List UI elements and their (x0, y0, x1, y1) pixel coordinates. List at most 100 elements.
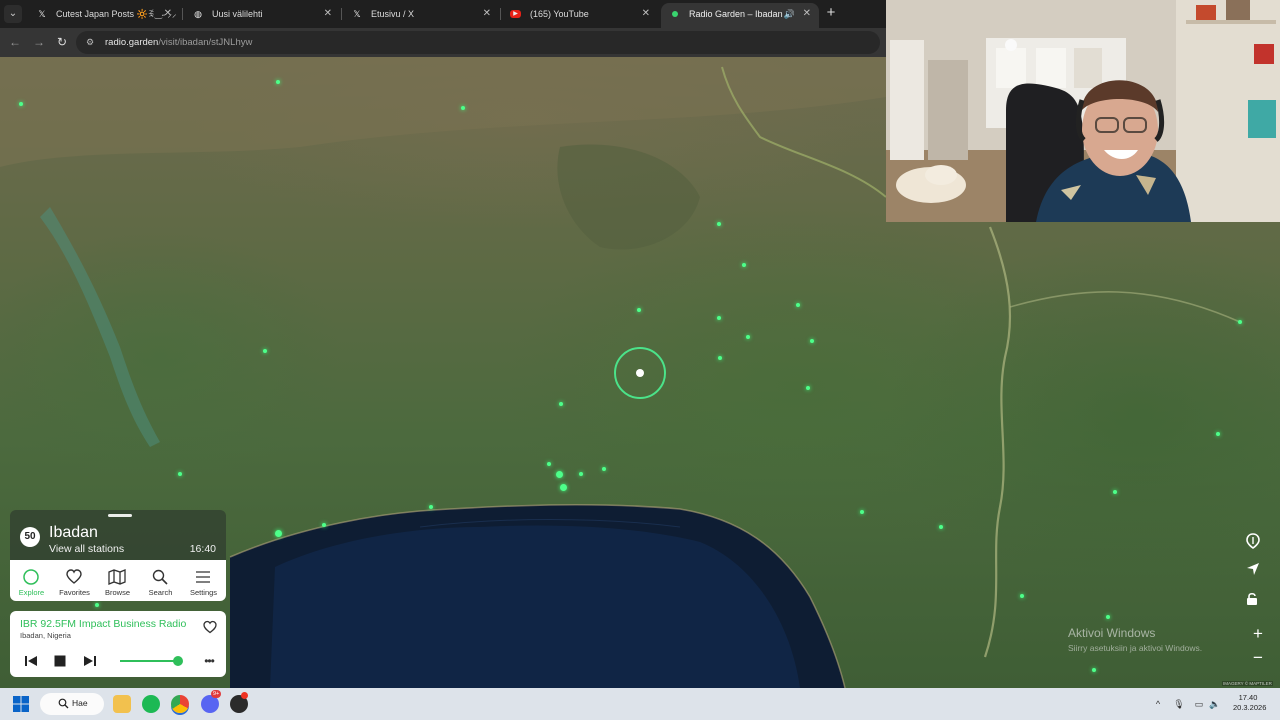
radio-nav-bar: Explore Favorites Browse Search Settings (10, 560, 226, 601)
close-icon[interactable]: ✕ (324, 3, 332, 25)
new-tab-button[interactable]: + (822, 4, 840, 22)
city-card[interactable]: 50 Ibadan View all stations 16:40 (10, 510, 226, 560)
station-dot[interactable] (275, 530, 282, 537)
favorite-heart-icon[interactable] (203, 620, 217, 634)
station-dot[interactable] (637, 308, 641, 312)
back-button[interactable]: ← (7, 34, 23, 50)
microphone-icon[interactable]: 🎙 (1173, 698, 1185, 710)
clock-time: 17.40 (1238, 693, 1258, 702)
locate-icon[interactable] (1246, 562, 1270, 584)
station-dot[interactable] (559, 402, 563, 406)
local-time: 16:40 (189, 543, 216, 555)
chrome-icon[interactable] (171, 695, 189, 713)
zoom-out-icon[interactable]: − (1246, 647, 1270, 669)
station-dot[interactable] (1020, 594, 1024, 598)
station-dot[interactable] (717, 316, 721, 320)
station-dot[interactable] (718, 356, 722, 360)
close-icon[interactable]: ✕ (483, 3, 491, 25)
station-dot[interactable] (556, 471, 563, 478)
volume-icon[interactable]: 🔈 (1209, 698, 1221, 710)
taskbar-search[interactable]: Hae (40, 693, 104, 715)
forward-button[interactable]: → (31, 34, 47, 50)
chevron-up-icon[interactable]: ^ (1152, 698, 1164, 710)
tab-x-home[interactable]: 𝕏 Etusivu / X ✕ (343, 3, 499, 28)
nav-explore[interactable]: Explore (10, 560, 53, 601)
tab-youtube[interactable]: ▶ (165) YouTube ✕ (502, 3, 658, 28)
tab-label: Etusivu / X (371, 9, 415, 19)
file-explorer-icon[interactable] (113, 695, 131, 713)
nav-search[interactable]: Search (139, 560, 182, 601)
close-icon[interactable]: ✕ (164, 3, 172, 25)
station-dot[interactable] (1113, 490, 1117, 494)
discord-icon[interactable]: 9+ (201, 690, 222, 713)
station-location: Ibadan, Nigeria (20, 631, 71, 640)
nav-settings[interactable]: Settings (182, 560, 225, 601)
obs-icon[interactable] (230, 692, 248, 713)
windows-start-icon[interactable] (13, 696, 29, 712)
site-info-icon[interactable]: ⚙ (86, 36, 99, 49)
audio-playing-icon[interactable]: 🔊 (784, 3, 795, 25)
station-dot[interactable] (810, 339, 814, 343)
station-dot[interactable] (1238, 320, 1242, 324)
station-dot[interactable] (322, 523, 326, 527)
nav-label: Search (148, 588, 173, 597)
station-dot[interactable] (742, 263, 746, 267)
tab-search-menu-button[interactable]: ⌄ (4, 5, 22, 23)
station-dot[interactable] (263, 349, 267, 353)
nav-label: Explore (18, 588, 45, 597)
close-icon[interactable]: ✕ (642, 3, 650, 25)
close-icon[interactable]: ✕ (803, 3, 811, 25)
station-dot[interactable] (746, 335, 750, 339)
clock-date: 20.3.2026 (1233, 703, 1267, 712)
tab-radio-garden[interactable]: Radio Garden – Ibadan 🔊 ✕ (661, 3, 819, 28)
tab-label: Radio Garden – Ibadan (689, 9, 783, 19)
network-icon[interactable]: ▭ (1193, 698, 1205, 710)
lock-icon[interactable] (1246, 592, 1270, 614)
station-dot[interactable] (860, 510, 864, 514)
stop-icon[interactable] (53, 654, 67, 668)
volume-track[interactable] (120, 660, 178, 662)
zoom-in-icon[interactable]: + (1246, 623, 1270, 645)
webcam-image (886, 0, 1280, 222)
marker-icon[interactable] (1246, 533, 1270, 555)
station-dot[interactable] (1092, 668, 1096, 672)
map-icon (108, 569, 126, 585)
station-dot[interactable] (547, 462, 551, 466)
station-dot[interactable] (806, 386, 810, 390)
address-bar[interactable]: ⚙ radio.garden/visit/ibadan/stJNLhyw (76, 31, 880, 54)
station-dot[interactable] (276, 80, 280, 84)
station-dot[interactable] (178, 472, 182, 476)
tab-cutest-japan[interactable]: 𝕏 Cutest Japan Posts 🔆ꉂ‿˶ ⸝⸝ ✕ (28, 3, 180, 28)
station-dot[interactable] (560, 484, 567, 491)
youtube-icon: ▶ (510, 10, 521, 18)
chrome-icon: ◍ (194, 9, 202, 19)
station-dot[interactable] (461, 106, 465, 110)
nav-favorites[interactable]: Favorites (53, 560, 96, 601)
more-options-icon[interactable]: ••• (202, 654, 216, 668)
station-name[interactable]: IBR 92.5FM Impact Business Radio (20, 618, 186, 630)
tab-new-tab[interactable]: ◍ Uusi välilehti ✕ (184, 3, 340, 28)
reload-button[interactable]: ↻ (54, 34, 70, 50)
station-dot[interactable] (717, 222, 721, 226)
station-count-badge: 50 (20, 527, 40, 547)
selected-location-marker[interactable] (636, 369, 644, 377)
search-icon (58, 698, 69, 709)
station-dot[interactable] (602, 467, 606, 471)
volume-slider-knob[interactable] (173, 656, 183, 666)
drag-handle[interactable] (108, 514, 132, 517)
station-dot[interactable] (19, 102, 23, 106)
station-dot[interactable] (1106, 615, 1110, 619)
station-dot[interactable] (429, 505, 433, 509)
next-icon[interactable] (83, 654, 97, 668)
station-dot[interactable] (796, 303, 800, 307)
previous-icon[interactable] (24, 654, 38, 668)
tab-label: Uusi välilehti (212, 9, 263, 19)
station-dot[interactable] (95, 603, 99, 607)
nav-browse[interactable]: Browse (96, 560, 139, 601)
station-dot[interactable] (1216, 432, 1220, 436)
view-all-stations-link[interactable]: View all stations (49, 543, 124, 555)
station-dot[interactable] (579, 472, 583, 476)
station-dot[interactable] (939, 525, 943, 529)
taskbar-clock[interactable]: 17.40 20.3.2026 (1233, 693, 1267, 713)
spotify-icon[interactable] (142, 695, 160, 713)
